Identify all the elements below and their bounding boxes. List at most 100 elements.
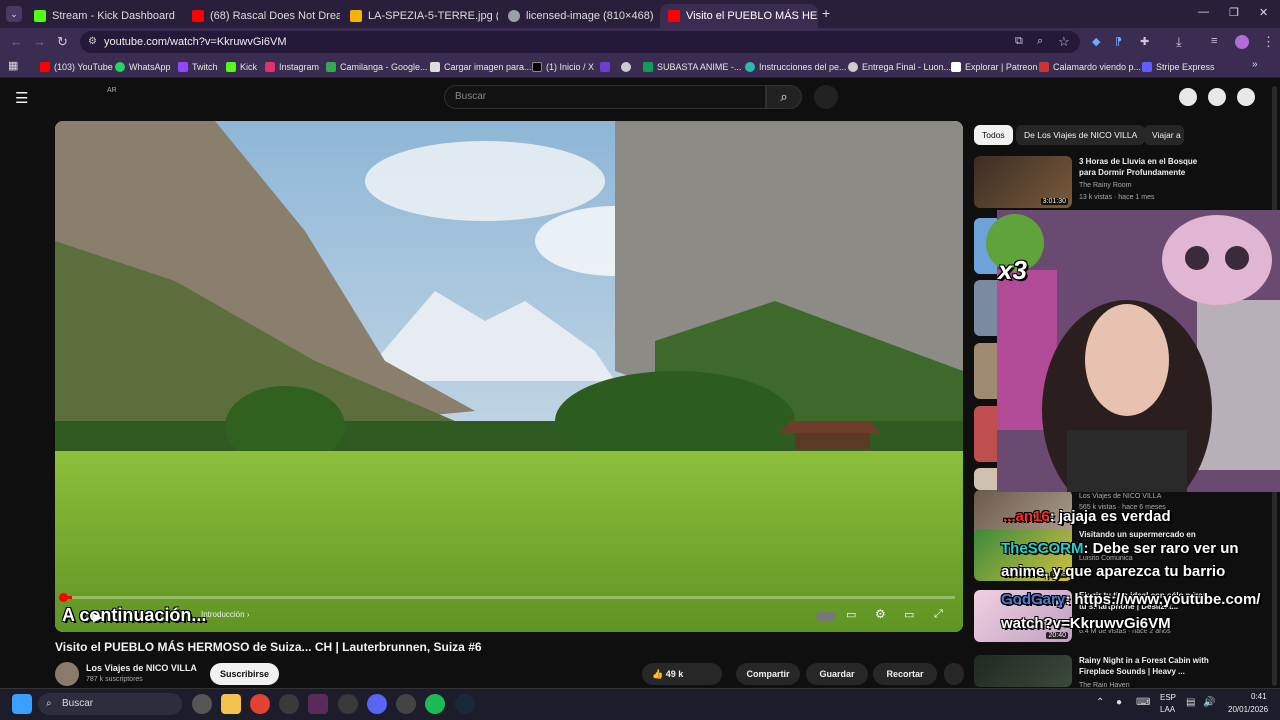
account-avatar[interactable] bbox=[1237, 88, 1255, 106]
bookmark-twitch[interactable]: Twitch bbox=[178, 59, 218, 75]
create-button[interactable] bbox=[1179, 88, 1197, 106]
video-player[interactable]: A continuación... ▶ Introducción › ▭ ⚙ ▭… bbox=[55, 121, 963, 632]
obs-icon[interactable] bbox=[279, 694, 299, 714]
bookmark-whatsapp[interactable]: WhatsApp bbox=[115, 59, 171, 75]
video-thumbnail[interactable] bbox=[974, 280, 998, 336]
fullscreen-icon[interactable]: ⤢ bbox=[934, 608, 943, 621]
language-indicator[interactable]: ESP bbox=[1160, 693, 1176, 702]
channel-avatar[interactable] bbox=[55, 662, 79, 686]
bookmark-youtube[interactable]: (103) YouTube bbox=[40, 59, 113, 75]
site-info-icon[interactable]: ⚙ bbox=[88, 31, 97, 53]
translate-icon[interactable]: ⁋ bbox=[1115, 35, 1122, 48]
taskbar-search[interactable]: ⌕ Buscar bbox=[38, 693, 182, 715]
bookmark-patreon[interactable]: Explorar | Patreon bbox=[951, 59, 1037, 75]
settings-gear-icon[interactable]: ⚙ bbox=[875, 607, 886, 621]
bookmark-x[interactable]: (1) Inicio / X bbox=[532, 59, 594, 75]
tab-rascal[interactable]: (68) Rascal Does Not Dream of bbox=[184, 4, 340, 28]
chip-all[interactable]: Todos bbox=[974, 125, 1013, 145]
reload-icon[interactable]: ↻ bbox=[57, 34, 68, 50]
chip-travel[interactable]: Viajar a bbox=[1144, 125, 1184, 145]
theater-mode-icon[interactable]: ▭ bbox=[904, 608, 914, 621]
menu-dots-icon[interactable]: ⋮ bbox=[1262, 34, 1275, 50]
obs-icon[interactable] bbox=[338, 694, 358, 714]
tab-youtube-video[interactable]: Visito el PUEBLO MÁS HERM 🔊 ✕ bbox=[660, 4, 818, 28]
subtitles-icon[interactable]: ▭ bbox=[846, 608, 856, 621]
chat-user: GodGary bbox=[1001, 591, 1066, 608]
back-icon[interactable]: ← bbox=[10, 34, 23, 49]
app-icon[interactable] bbox=[396, 694, 416, 714]
apps-grid-icon[interactable]: ▦ bbox=[8, 59, 18, 72]
recommended-video[interactable]: Rainy Night in a Forest Cabin with Firep… bbox=[974, 655, 1280, 689]
chevron-up-icon[interactable]: ⌃ bbox=[1096, 697, 1104, 708]
search-button[interactable]: ⌕ bbox=[766, 85, 802, 109]
bookmark-purple[interactable] bbox=[600, 59, 610, 75]
clock-time[interactable]: 0:41 bbox=[1251, 692, 1267, 701]
tab-la-spezia[interactable]: LA-SPEZIA-5-TERRE.jpg (1024× ✕ bbox=[342, 4, 498, 28]
progress-scrubber[interactable] bbox=[59, 593, 68, 602]
install-icon[interactable]: ⧉ bbox=[1015, 35, 1023, 48]
search-input[interactable]: Buscar bbox=[444, 85, 766, 109]
share-button[interactable]: Compartir bbox=[736, 663, 800, 685]
tab-licensed-image[interactable]: licensed-image (810×468) ✕ bbox=[500, 4, 656, 28]
channel-name[interactable]: Los Viajes de NICO VILLA bbox=[86, 663, 197, 673]
star-icon[interactable]: ☆ bbox=[1058, 34, 1070, 50]
tab-search-icon[interactable]: ⌄ bbox=[6, 6, 22, 22]
windows-start-icon[interactable] bbox=[12, 694, 32, 714]
chip-channel[interactable]: De Los Viajes de NICO VILLA bbox=[1016, 125, 1146, 145]
file-explorer-icon[interactable] bbox=[221, 694, 241, 714]
bookmark-subasta[interactable]: SUBASTA ANIME -... bbox=[643, 59, 741, 75]
bookmark-instrucciones[interactable]: Instrucciones del pe... bbox=[745, 59, 847, 75]
minimize-icon[interactable]: — bbox=[1198, 6, 1209, 18]
spotify-icon[interactable] bbox=[425, 694, 445, 714]
bookmark-cargar-imagen[interactable]: Cargar imagen para... bbox=[430, 59, 532, 75]
autoplay-toggle[interactable] bbox=[816, 612, 836, 621]
keyboard-icon[interactable]: ⌨ bbox=[1136, 697, 1150, 708]
tab-kick-dashboard[interactable]: Stream - Kick Dashboard ✕ bbox=[26, 4, 182, 28]
video-thumbnail[interactable] bbox=[974, 468, 998, 490]
video-thumbnail[interactable] bbox=[974, 343, 998, 399]
subscribe-button[interactable]: Suscribirse bbox=[210, 663, 280, 685]
progress-bar-track[interactable] bbox=[63, 596, 955, 599]
steam-icon[interactable] bbox=[455, 694, 475, 714]
close-icon[interactable]: ✕ bbox=[181, 10, 182, 23]
download-icon[interactable]: ⤓ bbox=[1176, 34, 1182, 50]
bookmark-instagram[interactable]: Instagram bbox=[265, 59, 319, 75]
address-bar[interactable]: ⚙ youtube.com/watch?v=KkruwvGi6VM bbox=[80, 31, 1080, 53]
bookmark-kick[interactable]: Kick bbox=[226, 59, 257, 75]
chapter-label[interactable]: Introducción › bbox=[201, 610, 249, 619]
recommended-video[interactable]: 3:01:30 3 Horas de Lluvia en el Bosque p… bbox=[974, 156, 1280, 208]
zoom-icon[interactable]: ⌕ bbox=[1037, 35, 1043, 48]
more-actions-button[interactable] bbox=[944, 663, 964, 685]
extensions-icon[interactable]: ✚ bbox=[1140, 35, 1149, 48]
close-window-icon[interactable]: ✕ bbox=[1259, 6, 1268, 19]
more-bookmarks-icon[interactable]: » bbox=[1252, 59, 1258, 70]
media-icon[interactable]: ≡ bbox=[1211, 35, 1217, 47]
app-icon[interactable] bbox=[192, 694, 212, 714]
bookmark-calamardo[interactable]: Calamardo viendo p... bbox=[1039, 59, 1141, 75]
bookmark-google-drive[interactable]: Camilanga - Google... bbox=[326, 59, 428, 75]
video-thumbnail[interactable] bbox=[974, 406, 998, 462]
volume-icon[interactable]: 🔊 bbox=[1203, 697, 1215, 708]
notifications-button[interactable] bbox=[1208, 88, 1226, 106]
microphone-icon[interactable]: ● bbox=[1116, 697, 1122, 708]
youtube-icon bbox=[668, 10, 680, 22]
forward-icon[interactable]: → bbox=[33, 34, 46, 49]
new-tab-button[interactable]: + bbox=[822, 5, 830, 21]
voice-search-button[interactable] bbox=[814, 85, 838, 109]
restore-icon[interactable]: ❐ bbox=[1229, 6, 1239, 19]
bookmark-entrega-final[interactable]: Entrega Final - Luon... bbox=[848, 59, 951, 75]
profile-avatar[interactable] bbox=[1235, 35, 1249, 49]
bookmark-stripe[interactable]: Stripe Express bbox=[1142, 59, 1215, 75]
network-icon[interactable]: ▤ bbox=[1186, 697, 1195, 708]
like-button[interactable]: 👍 49 k bbox=[642, 663, 722, 685]
play-icon[interactable]: ▶ bbox=[93, 610, 102, 624]
save-button[interactable]: Guardar bbox=[806, 663, 868, 685]
streaming-app-icon[interactable] bbox=[308, 694, 328, 714]
extension-icon[interactable]: ◆ bbox=[1092, 35, 1100, 48]
discord-icon[interactable] bbox=[367, 694, 387, 714]
clip-button[interactable]: Recortar bbox=[873, 663, 937, 685]
bookmark-globe[interactable] bbox=[621, 59, 631, 75]
chrome-icon[interactable] bbox=[250, 694, 270, 714]
hamburger-menu-icon[interactable]: ☰ bbox=[15, 89, 28, 107]
clock-date[interactable]: 20/01/2026 bbox=[1228, 705, 1268, 714]
